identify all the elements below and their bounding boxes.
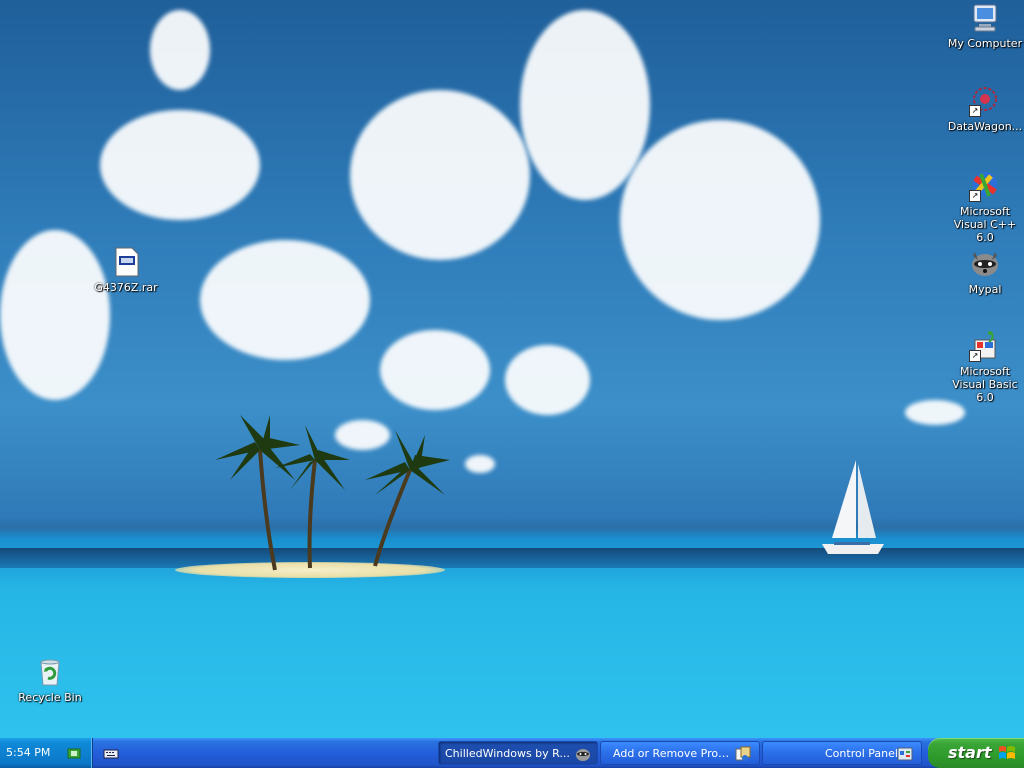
desktop-icon-label: Mypal bbox=[968, 283, 1002, 296]
cloud bbox=[505, 345, 590, 415]
shortcut-arrow-icon: ↗ bbox=[969, 350, 981, 362]
computer-icon bbox=[969, 2, 1001, 34]
raccoon-icon bbox=[969, 248, 1001, 280]
desktop-icon-label: Microsoft Visual Basic 6.0 bbox=[952, 365, 1018, 404]
taskbar: 5:54 PM ChilledWindows by R... Add or Re… bbox=[0, 738, 1024, 768]
desktop-icon-label: Microsoft Visual C++ 6.0 bbox=[953, 205, 1017, 244]
cloud bbox=[100, 110, 260, 220]
cloud bbox=[620, 120, 820, 320]
desktop-wallpaper: My Computer ↗ DataWagon... ↗ Microsoft V… bbox=[0, 0, 1024, 738]
taskbar-button-label: Add or Remove Progr... bbox=[613, 747, 731, 760]
start-button[interactable]: start bbox=[928, 738, 1024, 768]
network-tray-icon[interactable] bbox=[66, 745, 82, 761]
cloud bbox=[150, 10, 210, 90]
desktop-icon-msvc[interactable]: ↗ Microsoft Visual C++ 6.0 bbox=[945, 170, 1024, 244]
visual-basic-icon: ↗ bbox=[969, 330, 1001, 362]
taskbar-button-label: ChilledWindows by R... bbox=[445, 747, 570, 760]
desktop-icon-label: DataWagon... bbox=[947, 120, 1023, 133]
desktop-icon-recycle-bin[interactable]: Recycle Bin bbox=[10, 656, 90, 704]
datawagon-icon: ↗ bbox=[969, 85, 1001, 117]
sailboat bbox=[822, 460, 884, 554]
recycle-bin-icon bbox=[34, 656, 66, 688]
windows-logo-icon bbox=[998, 744, 1016, 762]
keyboard-tray-icon[interactable] bbox=[103, 746, 119, 760]
control-panel-icon bbox=[897, 746, 913, 762]
palm-trees bbox=[215, 415, 450, 571]
cloud bbox=[380, 330, 490, 410]
taskbar-button-label: Control Panel bbox=[825, 747, 898, 760]
shortcut-arrow-icon: ↗ bbox=[969, 105, 981, 117]
desktop-icon-label: G4376Z.rar bbox=[94, 281, 158, 294]
visual-cpp-icon: ↗ bbox=[969, 170, 1001, 202]
raccoon-icon bbox=[575, 746, 591, 762]
clock[interactable]: 5:54 PM bbox=[6, 746, 50, 759]
taskbar-button-control-panel[interactable]: Control Panel bbox=[762, 741, 922, 765]
start-label: start bbox=[948, 743, 992, 762]
desktop-icon-my-computer[interactable]: My Computer bbox=[945, 2, 1024, 50]
desktop-icon-rar-file[interactable]: G4376Z.rar bbox=[86, 246, 166, 294]
cloud bbox=[350, 90, 530, 260]
desktop-icon-mypal[interactable]: Mypal bbox=[945, 248, 1024, 296]
taskbar-button-chilledwindows[interactable]: ChilledWindows by R... bbox=[438, 741, 598, 765]
add-remove-programs-icon bbox=[735, 746, 751, 762]
desktop-icon-msvb[interactable]: ↗ Microsoft Visual Basic 6.0 bbox=[945, 330, 1024, 404]
archive-file-icon bbox=[110, 246, 142, 278]
desktop-icon-label: Recycle Bin bbox=[18, 691, 82, 704]
system-tray: 5:54 PM bbox=[0, 738, 93, 768]
shortcut-arrow-icon: ↗ bbox=[969, 190, 981, 202]
taskbar-button-add-remove-programs[interactable]: Add or Remove Progr... bbox=[600, 741, 760, 765]
cloud bbox=[200, 240, 370, 360]
cloud bbox=[465, 455, 495, 473]
cloud bbox=[520, 10, 650, 200]
desktop-icon-label: My Computer bbox=[947, 37, 1023, 50]
desktop-icon-datawagon[interactable]: ↗ DataWagon... bbox=[945, 85, 1024, 133]
